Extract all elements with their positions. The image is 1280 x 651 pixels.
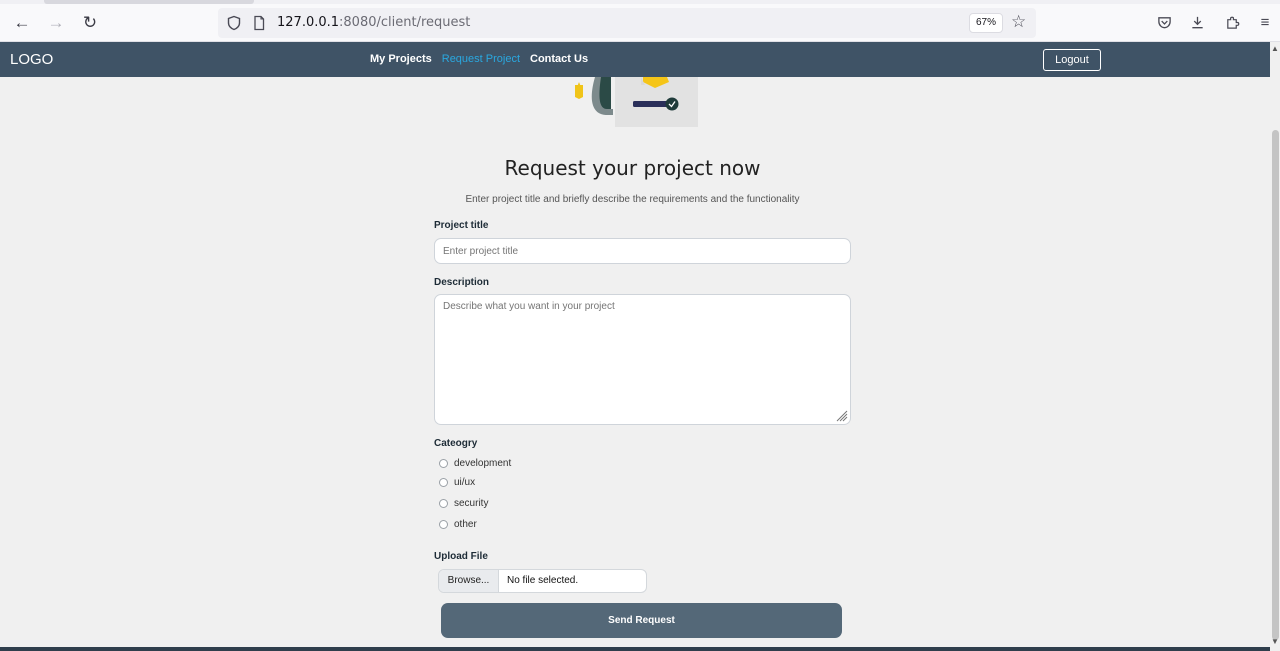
zoom-badge[interactable]: 67% <box>969 13 1003 33</box>
pocket-icon[interactable] <box>1154 12 1174 32</box>
reload-icon[interactable]: ↻ <box>79 12 101 34</box>
category-option-label: ui/ux <box>454 477 476 488</box>
page-title: Request your project now <box>504 156 761 180</box>
scroll-thumb[interactable] <box>1272 130 1279 640</box>
description-label: Description <box>434 277 490 288</box>
project-title-label: Project title <box>434 220 489 231</box>
category-label: Cateogry <box>434 438 478 449</box>
nav-contact-us[interactable]: Contact Us <box>530 53 588 65</box>
radio-button[interactable] <box>439 499 448 508</box>
page-subtitle: Enter project title and briefly describe… <box>465 194 800 205</box>
project-title-input[interactable] <box>434 238 851 264</box>
browser-toolbar: ← → ↻ 127.0.0.1:8080/client/request 67% … <box>0 0 1280 42</box>
tab-strip <box>0 0 1280 4</box>
nav-links: My Projects Request Project Contact Us <box>370 53 588 65</box>
category-option-development[interactable]: development <box>439 458 511 469</box>
nav-request-project[interactable]: Request Project <box>442 53 520 65</box>
shield-icon[interactable] <box>226 15 242 31</box>
browse-button[interactable]: Browse... <box>439 570 499 592</box>
category-option-label: other <box>454 519 477 530</box>
active-tab[interactable] <box>44 0 254 4</box>
extensions-icon[interactable] <box>1222 12 1242 32</box>
url-host: 127.0.0.1 <box>277 15 340 30</box>
file-status: No file selected. <box>507 575 579 586</box>
page-scrollbar[interactable]: ▲ ▼ <box>1270 42 1280 651</box>
logout-button[interactable]: Logout <box>1043 49 1101 71</box>
url-text[interactable]: 127.0.0.1:8080/client/request <box>277 15 470 30</box>
radio-button[interactable] <box>439 459 448 468</box>
radio-button[interactable] <box>439 478 448 487</box>
app-navbar: LOGO My Projects Request Project Contact… <box>0 42 1280 77</box>
menu-icon[interactable]: ≡ <box>1255 12 1275 32</box>
description-textarea[interactable] <box>434 294 851 425</box>
bottom-edge <box>0 647 1270 651</box>
category-option-uiux[interactable]: ui/ux <box>439 477 475 488</box>
category-option-label: development <box>454 458 512 469</box>
scroll-down-icon[interactable]: ▼ <box>1271 637 1279 646</box>
send-request-button[interactable]: Send Request <box>441 603 842 638</box>
radio-button[interactable] <box>439 520 448 529</box>
forward-icon[interactable]: → <box>45 12 67 34</box>
upload-label: Upload File <box>434 551 488 562</box>
request-illustration <box>575 77 698 127</box>
resize-grip-icon[interactable] <box>835 409 848 422</box>
category-option-security[interactable]: security <box>439 498 488 509</box>
download-icon[interactable] <box>1187 12 1207 32</box>
category-option-label: security <box>454 498 489 509</box>
back-icon[interactable]: ← <box>11 12 33 34</box>
file-input[interactable]: Browse... No file selected. <box>438 569 647 593</box>
nav-my-projects[interactable]: My Projects <box>370 53 432 65</box>
address-bar[interactable]: 127.0.0.1:8080/client/request 67% ☆ <box>218 8 1036 38</box>
scroll-up-icon[interactable]: ▲ <box>1271 44 1279 53</box>
bookmark-star-icon[interactable]: ☆ <box>1011 12 1026 32</box>
logo[interactable]: LOGO <box>10 51 53 68</box>
page-icon[interactable] <box>251 15 267 31</box>
url-path: :8080/client/request <box>339 15 471 30</box>
category-option-other[interactable]: other <box>439 519 477 530</box>
